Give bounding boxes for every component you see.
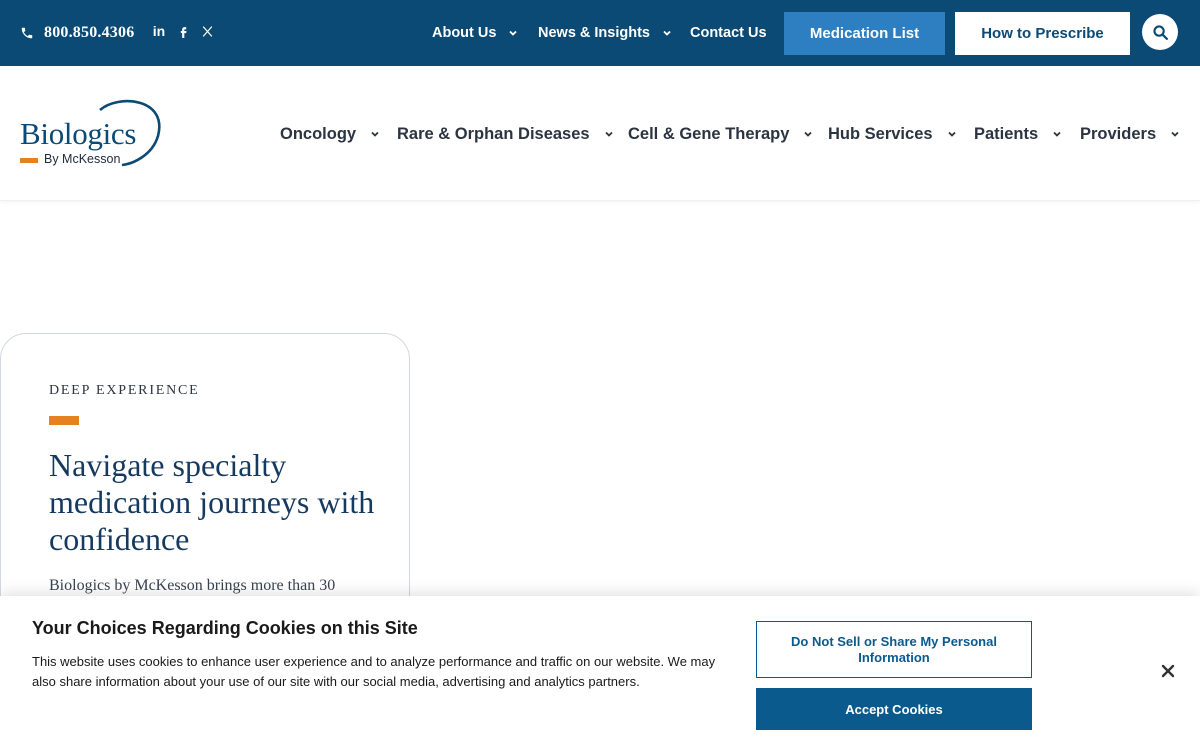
how-to-prescribe-button[interactable]: How to Prescribe: [955, 12, 1130, 55]
chevron-down-icon: [1053, 131, 1061, 137]
news-insights-label: News & Insights: [538, 25, 650, 41]
hero-accent-bar: [49, 416, 79, 425]
logo-subtitle: By McKesson: [44, 152, 121, 166]
nav-cell-label: Cell & Gene Therapy: [628, 124, 790, 143]
about-us-label: About Us: [432, 25, 497, 41]
facebook-icon: [180, 26, 186, 38]
nav-hub-services[interactable]: Hub Services: [828, 124, 957, 144]
nav-hub-label: Hub Services: [828, 124, 933, 143]
contact-us-label: Contact Us: [690, 25, 767, 41]
news-insights-menu[interactable]: News & Insights: [538, 24, 672, 42]
phone-number: 800.850.4306: [44, 24, 135, 41]
contact-us-link[interactable]: Contact Us: [690, 24, 767, 42]
chevron-down-icon: [371, 131, 379, 137]
linkedin-icon: in: [152, 23, 166, 39]
x-icon: [202, 25, 212, 37]
chevron-down-icon: [604, 131, 613, 137]
hero-body: Biologics by McKesson brings more than 3…: [49, 577, 336, 594]
logo-wordmark: Biologics: [20, 116, 137, 151]
phone-link[interactable]: 800.850.4306: [20, 22, 134, 44]
search-button[interactable]: [1142, 14, 1178, 50]
cookie-description: This website uses cookies to enhance use…: [32, 654, 716, 689]
chevron-down-icon: [804, 131, 813, 137]
linkedin-link[interactable]: in: [151, 22, 167, 40]
nav-oncology[interactable]: Oncology: [280, 124, 380, 144]
nav-oncology-label: Oncology: [280, 124, 357, 143]
nav-patients-label: Patients: [974, 124, 1039, 143]
utility-bar: 800.850.4306 in About Us News & Insights…: [0, 0, 1200, 66]
hero-headline: Navigate specialty medication journeys w…: [49, 447, 375, 557]
close-cookie-button[interactable]: [1158, 661, 1178, 681]
nav-providers-label: Providers: [1080, 124, 1157, 143]
chevron-down-icon: [947, 131, 956, 137]
do-not-sell-button[interactable]: Do Not Sell or Share My Personal Informa…: [756, 621, 1032, 678]
medication-list-button[interactable]: Medication List: [784, 12, 945, 55]
chevron-down-icon: [663, 30, 671, 36]
cookie-title: Your Choices Regarding Cookies on this S…: [32, 618, 418, 638]
chevron-down-icon: [1171, 131, 1179, 137]
close-icon: [1161, 664, 1175, 678]
logo-accent-bar: [20, 158, 38, 163]
about-us-menu[interactable]: About Us: [432, 24, 518, 42]
biologics-logo[interactable]: Biologics By McKesson: [18, 96, 163, 171]
nav-cell-gene-therapy[interactable]: Cell & Gene Therapy: [628, 124, 813, 144]
search-icon: [1152, 24, 1168, 40]
x-link[interactable]: [199, 22, 215, 40]
accept-cookies-button[interactable]: Accept Cookies: [756, 688, 1032, 730]
facebook-link[interactable]: [175, 22, 191, 40]
phone-icon: [21, 27, 33, 39]
nav-rare-orphan-diseases[interactable]: Rare & Orphan Diseases: [397, 124, 614, 144]
chevron-down-icon: [509, 30, 518, 36]
nav-rare-label: Rare & Orphan Diseases: [397, 124, 590, 143]
nav-patients[interactable]: Patients: [974, 124, 1062, 144]
hero-eyebrow: DEEP EXPERIENCE: [49, 383, 200, 398]
nav-providers[interactable]: Providers: [1080, 124, 1180, 144]
